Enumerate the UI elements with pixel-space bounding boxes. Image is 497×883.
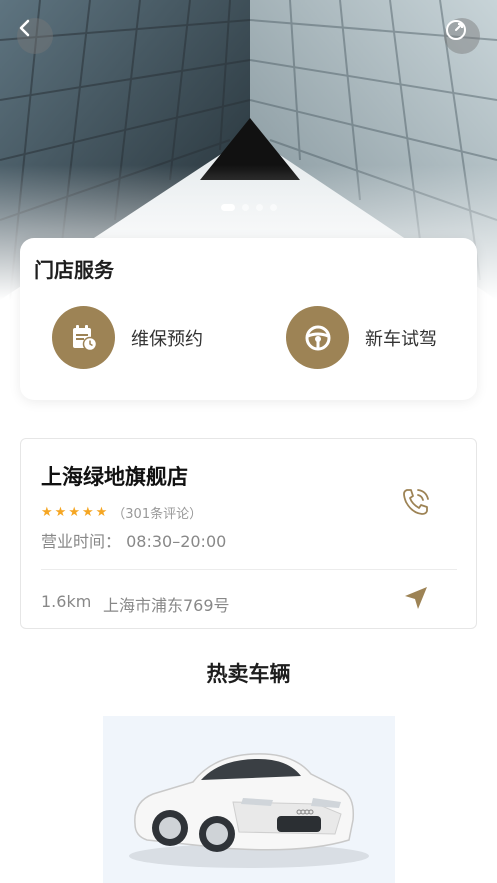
- calendar-clock-icon: [52, 306, 115, 369]
- call-button[interactable]: [399, 487, 433, 521]
- maintenance-booking-button[interactable]: 维保预约: [52, 306, 203, 369]
- star-icon: ★: [81, 504, 94, 520]
- business-hours: 营业时间： 08:30–20:00: [41, 532, 227, 551]
- phone-icon: [400, 486, 432, 522]
- star-icon: ★: [54, 504, 67, 520]
- store-distance: 1.6km: [41, 592, 92, 611]
- carousel-dot[interactable]: [220, 204, 235, 211]
- service-label: 维保预约: [131, 328, 203, 350]
- star-icon: ★: [41, 504, 53, 520]
- carousel-indicator[interactable]: [0, 204, 497, 211]
- back-button[interactable]: [17, 18, 53, 54]
- star-icon: ★: [68, 504, 80, 520]
- carousel-dot[interactable]: [269, 204, 277, 211]
- star-rating: ★ ★ ★ ★ ★: [41, 504, 108, 520]
- store-service-card: 门店服务 维保预约 新车试驾: [20, 238, 477, 400]
- test-drive-button[interactable]: 新车试驾: [286, 306, 437, 369]
- divider: [41, 569, 457, 570]
- review-count: （301条评论）: [112, 507, 203, 522]
- navigate-button[interactable]: [401, 585, 431, 615]
- store-address: 上海市浦东769号: [103, 596, 230, 615]
- star-icon: ★: [95, 504, 108, 520]
- service-label: 新车试驾: [365, 328, 437, 350]
- steering-wheel-icon: [286, 306, 349, 369]
- store-name: 上海绿地旗舰店: [41, 465, 188, 489]
- rating-row: ★ ★ ★ ★ ★ （301条评论）: [41, 503, 202, 522]
- service-title: 门店服务: [34, 258, 114, 282]
- carousel-dot[interactable]: [241, 204, 249, 211]
- carousel-dot[interactable]: [255, 204, 263, 211]
- store-info-card[interactable]: 上海绿地旗舰店 ★ ★ ★ ★ ★ （301条评论） 营业时间： 08:30–2…: [20, 438, 477, 629]
- car-image: [129, 753, 369, 868]
- refresh-button[interactable]: [444, 18, 480, 54]
- hot-cars-title: 热卖车辆: [206, 662, 291, 686]
- navigation-arrow-icon: [403, 585, 429, 615]
- car-card[interactable]: [103, 716, 395, 883]
